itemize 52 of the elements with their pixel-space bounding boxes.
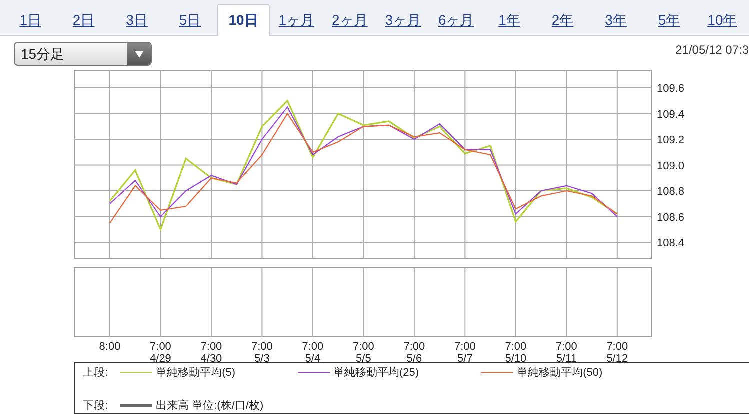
date-label: 5/4 xyxy=(305,353,321,365)
period-tab[interactable]: 10年 xyxy=(696,4,749,36)
legend-label: 出来高 単位:(株/口/枚) xyxy=(156,398,264,413)
legend-label: 単純移動平均(5) xyxy=(156,366,236,380)
period-tab[interactable]: 2日 xyxy=(57,4,110,36)
date-label: 5/10 xyxy=(505,353,527,365)
period-tab[interactable]: 2年 xyxy=(536,4,590,36)
period-tab[interactable]: 1ヶ月 xyxy=(270,4,324,36)
time-label: 7:00 xyxy=(556,341,578,353)
time-label: 7:00 xyxy=(353,341,374,353)
dropdown-arrow-icon xyxy=(134,50,144,58)
y-axis-label: 109.6 xyxy=(657,83,685,96)
legend-swatch xyxy=(120,404,152,407)
period-tab[interactable]: 1年 xyxy=(482,4,536,36)
time-label: 7:00 xyxy=(404,341,426,353)
legend-label: 単純移動平均(50) xyxy=(517,366,603,380)
period-tab[interactable]: 5年 xyxy=(642,4,696,36)
legend-label: 下段: xyxy=(83,399,108,413)
y-axis-label: 109.0 xyxy=(657,160,685,172)
date-label: 4/30 xyxy=(200,353,222,365)
y-axis-label: 108.4 xyxy=(657,238,685,250)
period-tab[interactable]: 3ヶ月 xyxy=(376,4,430,36)
timestamp: 21/05/12 07:3 xyxy=(676,43,749,57)
y-axis-label: 109.2 xyxy=(657,134,685,147)
y-axis-label: 108.8 xyxy=(657,186,685,198)
legend-label: 単純移動平均(25) xyxy=(334,366,420,380)
date-label: 5/12 xyxy=(606,353,628,365)
interval-dropdown[interactable]: 15分足 xyxy=(14,42,152,66)
time-label: 7:00 xyxy=(302,341,324,353)
time-label: 7:00 xyxy=(150,341,172,353)
period-tab[interactable]: 6ヶ月 xyxy=(430,4,483,36)
time-label: 8:00 xyxy=(99,341,121,353)
period-tab[interactable]: 2ヶ月 xyxy=(323,4,377,36)
period-tab[interactable]: 10日 xyxy=(216,4,270,36)
period-tab[interactable]: 3日 xyxy=(110,4,164,36)
time-label: 7:00 xyxy=(454,341,476,353)
date-label: 5/5 xyxy=(356,353,372,365)
date-label: 5/7 xyxy=(458,353,473,365)
y-axis-label: 108.6 xyxy=(657,212,685,224)
period-tab[interactable]: 5日 xyxy=(164,4,217,36)
time-label: 7:00 xyxy=(252,341,273,353)
time-label: 7:00 xyxy=(200,341,222,353)
date-label: 5/11 xyxy=(556,353,577,365)
date-label: 5/3 xyxy=(254,353,270,365)
period-tab[interactable]: 3年 xyxy=(589,4,643,36)
date-label: 5/6 xyxy=(406,353,422,365)
y-axis-label: 109.4 xyxy=(657,108,685,121)
legend-label: 上段: xyxy=(83,366,108,380)
time-label: 7:00 xyxy=(606,341,628,353)
period-tab[interactable]: 1日 xyxy=(4,4,58,36)
time-label: 7:00 xyxy=(505,341,527,353)
date-label: 4/29 xyxy=(150,353,172,365)
